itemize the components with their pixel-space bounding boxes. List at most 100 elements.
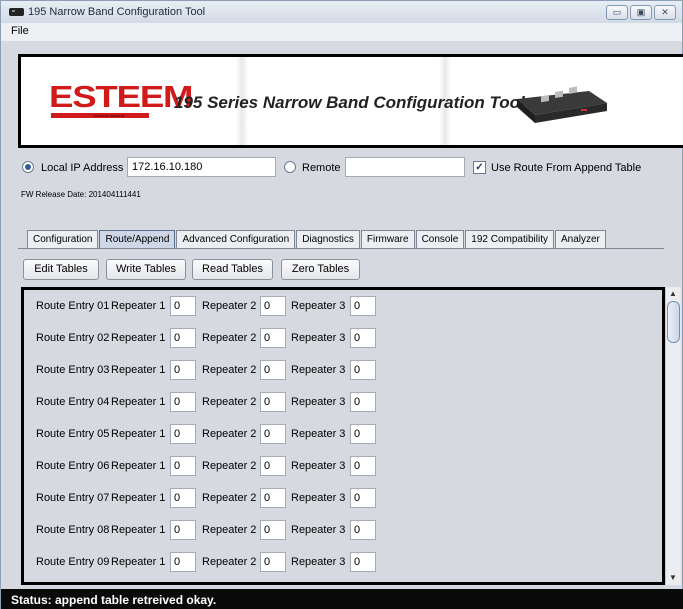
header-banner: ESTEEM Wireless Modems 195 Series Narrow… [18,54,683,148]
route-row: Route Entry 05 Repeater 1 Repeater 2 Rep… [24,424,662,444]
repeater-2-input[interactable] [260,424,286,444]
route-row: Route Entry 09 Repeater 1 Repeater 2 Rep… [24,552,662,572]
repeater-1-input[interactable] [170,488,196,508]
repeater-3-label: Repeater 3 [291,332,346,344]
local-ip-label: Local IP Address [41,162,124,174]
route-entry-label: Route Entry 02 [36,332,110,344]
tab-route-append[interactable]: Route/Append [99,230,176,248]
repeater-3-label: Repeater 3 [291,556,346,568]
zero-tables-button[interactable]: Zero Tables [281,259,360,280]
repeater-3-input[interactable] [350,488,376,508]
remote-label: Remote [302,162,341,174]
repeater-2-input[interactable] [260,520,286,540]
repeater-2-label: Repeater 2 [202,396,257,408]
tab-firmware[interactable]: Firmware [360,230,415,248]
repeater-2-label: Repeater 2 [202,332,257,344]
logo-subtitle: Wireless Modems [93,113,125,118]
route-entry-label: Route Entry 03 [36,364,110,376]
tab-192-compatibility[interactable]: 192 Compatibility [465,230,554,248]
repeater-1-input[interactable] [170,296,196,316]
close-button[interactable]: ✕ [654,5,676,20]
repeater-1-input[interactable] [170,424,196,444]
write-tables-button[interactable]: Write Tables [106,259,186,280]
tab-bar: Configuration Route/Append Advanced Conf… [27,230,607,248]
repeater-1-label: Repeater 1 [111,428,166,440]
scroll-up-icon[interactable]: ▲ [669,289,677,298]
repeater-3-label: Repeater 3 [291,396,346,408]
repeater-2-input[interactable] [260,392,286,412]
scrollbar-thumb[interactable] [667,301,680,343]
repeater-2-input[interactable] [260,296,286,316]
minimize-button[interactable]: ▭ [606,5,628,20]
route-row: Route Entry 07 Repeater 1 Repeater 2 Rep… [24,488,662,508]
tab-diagnostics[interactable]: Diagnostics [296,230,360,248]
repeater-2-input[interactable] [260,488,286,508]
repeater-3-input[interactable] [350,552,376,572]
use-route-checkbox[interactable]: ✓ [473,161,486,174]
edit-tables-button[interactable]: Edit Tables [23,259,99,280]
route-entry-label: Route Entry 07 [36,492,110,504]
route-row: Route Entry 03 Repeater 1 Repeater 2 Rep… [24,360,662,380]
repeater-2-input[interactable] [260,552,286,572]
app-window: 195 Narrow Band Configuration Tool ▭ ▣ ✕… [0,0,683,609]
route-entry-label: Route Entry 06 [36,460,110,472]
scroll-down-icon[interactable]: ▼ [669,573,677,582]
repeater-3-input[interactable] [350,296,376,316]
menu-file[interactable]: File [11,25,29,37]
tab-analyzer[interactable]: Analyzer [554,230,606,248]
repeater-2-label: Repeater 2 [202,460,257,472]
route-entry-label: Route Entry 01 [36,300,110,312]
repeater-3-input[interactable] [350,520,376,540]
repeater-3-input[interactable] [350,392,376,412]
repeater-1-label: Repeater 1 [111,524,166,536]
route-row: Route Entry 08 Repeater 1 Repeater 2 Rep… [24,520,662,540]
repeater-1-label: Repeater 1 [111,460,166,472]
repeater-2-input[interactable] [260,328,286,348]
repeater-3-input[interactable] [350,328,376,348]
fw-release-date: FW Release Date: 201404111441 [21,190,141,199]
local-ip-radio[interactable] [22,161,34,173]
repeater-3-input[interactable] [350,360,376,380]
vertical-scrollbar[interactable]: ▲ ▼ [665,287,681,585]
repeater-2-label: Repeater 2 [202,364,257,376]
repeater-3-input[interactable] [350,456,376,476]
repeater-3-input[interactable] [350,424,376,444]
repeater-2-label: Repeater 2 [202,428,257,440]
repeater-1-label: Repeater 1 [111,556,166,568]
read-tables-button[interactable]: Read Tables [192,259,273,280]
repeater-3-label: Repeater 3 [291,428,346,440]
repeater-1-input[interactable] [170,456,196,476]
route-row: Route Entry 06 Repeater 1 Repeater 2 Rep… [24,456,662,476]
repeater-1-input[interactable] [170,328,196,348]
local-ip-input[interactable] [127,157,276,177]
repeater-3-label: Repeater 3 [291,492,346,504]
route-row: Route Entry 02 Repeater 1 Repeater 2 Rep… [24,328,662,348]
repeater-2-input[interactable] [260,456,286,476]
remote-radio[interactable] [284,161,296,173]
repeater-1-input[interactable] [170,360,196,380]
repeater-1-input[interactable] [170,392,196,412]
tab-advanced-configuration[interactable]: Advanced Configuration [176,230,296,248]
radio-device-image [517,86,607,123]
repeater-3-label: Repeater 3 [291,460,346,472]
repeater-2-input[interactable] [260,360,286,380]
tab-divider [18,248,664,249]
repeater-1-input[interactable] [170,520,196,540]
app-icon [9,8,24,16]
remote-input[interactable] [345,157,465,177]
route-entry-label: Route Entry 08 [36,524,110,536]
route-table-panel: Route Entry 01 Repeater 1 Repeater 2 Rep… [21,287,665,585]
repeater-2-label: Repeater 2 [202,492,257,504]
tab-configuration[interactable]: Configuration [27,230,99,248]
route-row: Route Entry 01 Repeater 1 Repeater 2 Rep… [24,296,662,316]
tab-console[interactable]: Console [415,230,465,248]
status-bar: Status: append table retreived okay. [1,589,683,609]
repeater-1-label: Repeater 1 [111,396,166,408]
maximize-button[interactable]: ▣ [630,5,652,20]
title-bar: 195 Narrow Band Configuration Tool ▭ ▣ ✕ [1,1,682,23]
repeater-2-label: Repeater 2 [202,556,257,568]
repeater-1-input[interactable] [170,552,196,572]
repeater-1-label: Repeater 1 [111,332,166,344]
menu-bar: File [1,23,682,41]
banner-title: 195 Series Narrow Band Configuration Too… [174,93,525,112]
